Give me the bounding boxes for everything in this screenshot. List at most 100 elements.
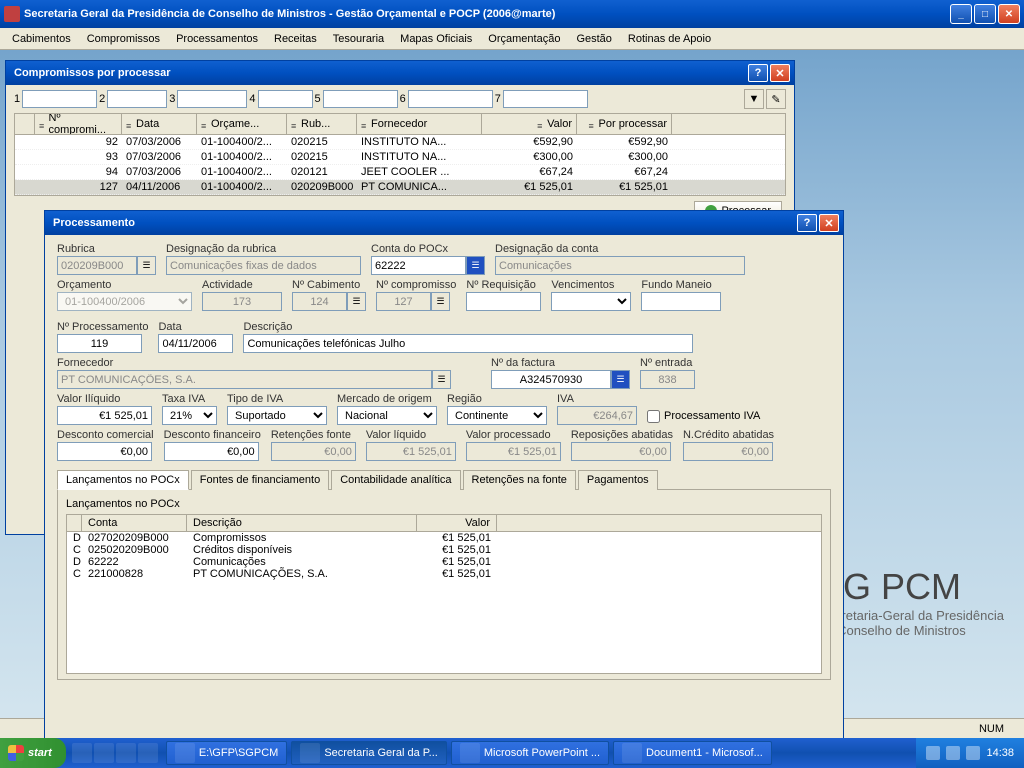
- label-tipoiva: Tipo de IVA: [227, 393, 327, 405]
- clock[interactable]: 14:38: [986, 747, 1014, 759]
- ppt-icon: [460, 743, 480, 763]
- ql-item[interactable]: [116, 743, 136, 763]
- prociva-check[interactable]: [647, 410, 660, 423]
- filter-input-5[interactable]: [323, 90, 398, 108]
- tray-icon[interactable]: [966, 746, 980, 760]
- menu-compromissos[interactable]: Compromissos: [79, 31, 168, 47]
- ql-item[interactable]: [72, 743, 92, 763]
- help-button[interactable]: ?: [797, 214, 817, 232]
- poc-row[interactable]: C 025020209B000 Créditos disponíveis €1 …: [67, 544, 821, 556]
- col-pp[interactable]: Por processar: [599, 118, 667, 130]
- dialog-close-button[interactable]: ✕: [770, 64, 790, 82]
- menu-receitas[interactable]: Receitas: [266, 31, 325, 47]
- logo-sub2: do Conselho de Ministros: [819, 623, 1004, 638]
- regiao-select[interactable]: Continente: [447, 406, 547, 425]
- help-button[interactable]: ?: [748, 64, 768, 82]
- filter-clear-button[interactable]: ✎: [766, 89, 786, 109]
- sort-icon[interactable]: [201, 120, 209, 128]
- col-data[interactable]: Data: [136, 118, 159, 130]
- nreq-field[interactable]: [466, 292, 541, 311]
- menu-processamentos[interactable]: Processamentos: [168, 31, 266, 47]
- filter-input-3[interactable]: [177, 90, 247, 108]
- filter-input-1[interactable]: [22, 90, 97, 108]
- poc-col-conta[interactable]: Conta: [82, 515, 187, 531]
- merc-select[interactable]: Nacional: [337, 406, 437, 425]
- forn-lookup-button[interactable]: ☰: [432, 370, 451, 389]
- task-explorer[interactable]: E:\GFP\SGPCM: [166, 741, 287, 765]
- sort-icon[interactable]: [537, 120, 545, 128]
- table-row[interactable]: 127 04/11/2006 01-100400/2... 020209B000…: [15, 180, 785, 195]
- dialog-close-button[interactable]: ✕: [819, 214, 839, 232]
- prociva-checkbox[interactable]: Processamento IVA: [647, 407, 760, 425]
- dfin-field[interactable]: [164, 442, 259, 461]
- fundo-field[interactable]: [641, 292, 721, 311]
- table-row[interactable]: 92 07/03/2006 01-100400/2... 020215 INST…: [15, 135, 785, 150]
- conta-field[interactable]: [371, 256, 466, 275]
- col-forn[interactable]: Fornecedor: [371, 118, 427, 130]
- sort-icon[interactable]: [589, 120, 597, 128]
- start-button[interactable]: start: [0, 738, 66, 768]
- tab-retencoes[interactable]: Retenções na fonte: [463, 470, 576, 490]
- label-desig-conta: Designação da conta: [495, 243, 745, 255]
- sort-icon[interactable]: [39, 120, 47, 128]
- orc-select: 01-100400/2006: [57, 292, 192, 311]
- nfact-lookup-button[interactable]: ☰: [611, 370, 630, 389]
- descr-field[interactable]: [243, 334, 693, 353]
- tab-contabilidade[interactable]: Contabilidade analítica: [331, 470, 460, 490]
- vil-field[interactable]: [57, 406, 152, 425]
- menu-rotinas[interactable]: Rotinas de Apoio: [620, 31, 719, 47]
- nproc-field[interactable]: [57, 334, 142, 353]
- conta-lookup-button[interactable]: ☰: [466, 256, 485, 275]
- nfact-field[interactable]: [491, 370, 611, 389]
- tipoiva-select[interactable]: Suportado: [227, 406, 327, 425]
- poc-col-valor[interactable]: Valor: [417, 515, 497, 531]
- sort-icon[interactable]: [361, 120, 369, 128]
- menu-cabimentos[interactable]: Cabimentos: [4, 31, 79, 47]
- table-row[interactable]: 93 07/03/2006 01-100400/2... 020215 INST…: [15, 150, 785, 165]
- rubrica-lookup-button[interactable]: ☰: [137, 256, 156, 275]
- minimize-button[interactable]: _: [950, 4, 972, 24]
- tab-pagamentos[interactable]: Pagamentos: [578, 470, 658, 490]
- menu-orcamentacao[interactable]: Orçamentação: [480, 31, 568, 47]
- dcom-field[interactable]: [57, 442, 152, 461]
- ql-item[interactable]: [138, 743, 158, 763]
- close-button[interactable]: ✕: [998, 4, 1020, 24]
- data-field[interactable]: [158, 334, 233, 353]
- sort-icon[interactable]: [291, 120, 299, 128]
- label-taxa: Taxa IVA: [162, 393, 217, 405]
- menubar: Cabimentos Compromissos Processamentos R…: [0, 28, 1024, 50]
- filter-apply-button[interactable]: ▼: [744, 89, 764, 109]
- venc-select[interactable]: [551, 292, 631, 311]
- filter-input-7[interactable]: [503, 90, 588, 108]
- quicklaunch: [72, 743, 158, 763]
- ncomp-lookup-button[interactable]: ☰: [431, 292, 450, 311]
- poc-row[interactable]: C 221000828 PT COMUNICAÇÕES, S.A. €1 525…: [67, 568, 821, 580]
- table-row[interactable]: 94 07/03/2006 01-100400/2... 020121 JEET…: [15, 165, 785, 180]
- task-sgpcm[interactable]: Secretaria Geral da P...: [291, 741, 447, 765]
- sort-icon[interactable]: [126, 120, 134, 128]
- filter-input-4[interactable]: [258, 90, 313, 108]
- col-ncomp[interactable]: Nº compromi...: [49, 114, 117, 134]
- maximize-button[interactable]: □: [974, 4, 996, 24]
- task-powerpoint[interactable]: Microsoft PowerPoint ...: [451, 741, 609, 765]
- ql-item[interactable]: [94, 743, 114, 763]
- menu-tesouraria[interactable]: Tesouraria: [325, 31, 392, 47]
- col-valor[interactable]: Valor: [547, 118, 572, 130]
- menu-gestao[interactable]: Gestão: [568, 31, 619, 47]
- compromissos-grid: Nº compromi... Data Orçame... Rub... For…: [14, 113, 786, 196]
- taxa-select[interactable]: 21%: [162, 406, 217, 425]
- tray-icon[interactable]: [926, 746, 940, 760]
- tab-fontes[interactable]: Fontes de financiamento: [191, 470, 329, 490]
- col-rub[interactable]: Rub...: [301, 118, 330, 130]
- tab-lancamentos[interactable]: Lançamentos no POCx: [57, 470, 189, 490]
- col-orc[interactable]: Orçame...: [211, 118, 259, 130]
- tray-icon[interactable]: [946, 746, 960, 760]
- poc-row[interactable]: D 027020209B000 Compromissos €1 525,01: [67, 532, 821, 544]
- filter-input-2[interactable]: [107, 90, 167, 108]
- poc-col-descr[interactable]: Descrição: [187, 515, 417, 531]
- task-word[interactable]: Document1 - Microsof...: [613, 741, 772, 765]
- ncab-lookup-button[interactable]: ☰: [347, 292, 366, 311]
- poc-row[interactable]: D 62222 Comunicações €1 525,01: [67, 556, 821, 568]
- menu-mapas[interactable]: Mapas Oficiais: [392, 31, 480, 47]
- filter-input-6[interactable]: [408, 90, 493, 108]
